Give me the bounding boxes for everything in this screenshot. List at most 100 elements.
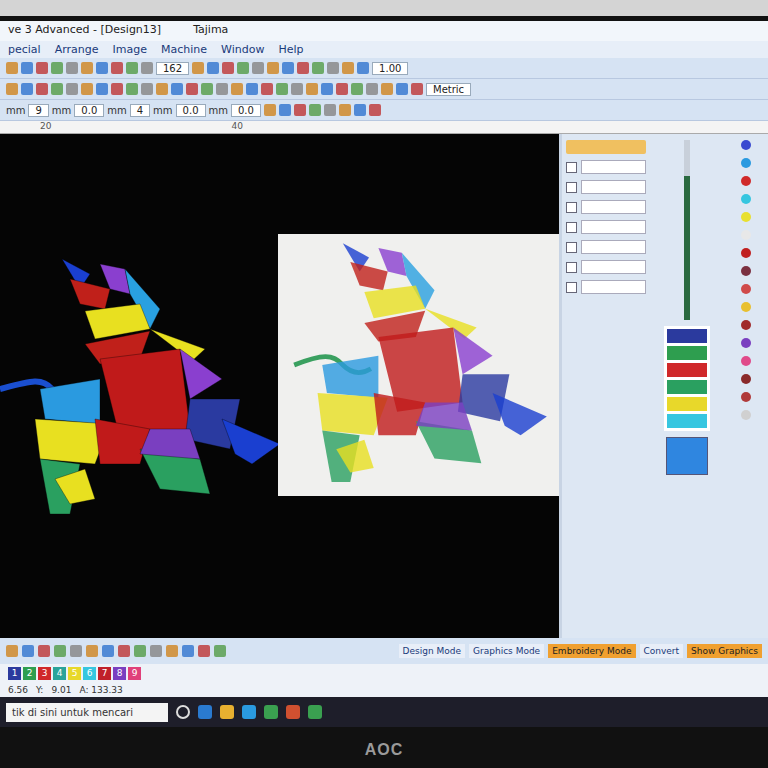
tool-icon[interactable]	[351, 83, 363, 95]
tool-icon[interactable]	[141, 83, 153, 95]
zoom-field[interactable]: 162	[156, 62, 189, 75]
checkbox[interactable]	[566, 262, 577, 273]
tool-icon[interactable]	[111, 83, 123, 95]
tool-icon[interactable]	[96, 83, 108, 95]
palette-swatch[interactable]	[741, 212, 751, 222]
tool-icon[interactable]	[141, 62, 153, 74]
mode-tab[interactable]: Embroidery Mode	[548, 644, 635, 658]
tool-icon[interactable]	[366, 83, 378, 95]
palette-swatch[interactable]	[741, 374, 751, 384]
palette-swatch[interactable]	[741, 140, 751, 150]
mode-tab[interactable]: Design Mode	[399, 644, 465, 658]
thread-swatch[interactable]: 5	[68, 667, 81, 680]
tool-icon[interactable]	[291, 83, 303, 95]
tool-icon[interactable]	[309, 104, 321, 116]
tool-icon[interactable]	[166, 645, 178, 657]
tool-icon[interactable]	[279, 104, 291, 116]
tool-icon[interactable]	[38, 645, 50, 657]
palette-swatch[interactable]	[741, 248, 751, 258]
color-list-item[interactable]	[667, 329, 707, 343]
palette-swatch[interactable]	[741, 266, 751, 276]
tool-icon[interactable]	[306, 83, 318, 95]
palette-swatch[interactable]	[741, 320, 751, 330]
value-field[interactable]: 0.0	[231, 104, 261, 117]
thread-swatch[interactable]: 8	[113, 667, 126, 680]
menu-item[interactable]: Machine	[161, 43, 207, 56]
property-field[interactable]	[581, 220, 646, 234]
tool-icon[interactable]	[51, 83, 63, 95]
app-icon[interactable]	[264, 705, 278, 719]
tool-icon[interactable]	[354, 104, 366, 116]
panel-tab[interactable]	[566, 140, 646, 154]
property-field[interactable]	[581, 200, 646, 214]
property-field[interactable]	[581, 280, 646, 294]
tool-icon[interactable]	[81, 62, 93, 74]
slider-track[interactable]	[684, 140, 690, 320]
tool-icon[interactable]	[81, 83, 93, 95]
tool-icon[interactable]	[150, 645, 162, 657]
tool-icon[interactable]	[126, 62, 138, 74]
tool-icon[interactable]	[102, 645, 114, 657]
tool-icon[interactable]	[86, 645, 98, 657]
tool-icon[interactable]	[261, 83, 273, 95]
value-field[interactable]: 9	[28, 104, 48, 117]
palette-swatch[interactable]	[741, 158, 751, 168]
tool-icon[interactable]	[357, 62, 369, 74]
palette-swatch[interactable]	[741, 410, 751, 420]
tool-icon[interactable]	[237, 62, 249, 74]
tool-icon[interactable]	[342, 62, 354, 74]
tool-icon[interactable]	[267, 62, 279, 74]
tool-icon[interactable]	[96, 62, 108, 74]
tool-icon[interactable]	[264, 104, 276, 116]
palette-swatch[interactable]	[741, 230, 751, 240]
palette-swatch[interactable]	[741, 392, 751, 402]
tool-icon[interactable]	[396, 83, 408, 95]
tool-icon[interactable]	[297, 62, 309, 74]
tool-icon[interactable]	[6, 62, 18, 74]
checkbox[interactable]	[566, 242, 577, 253]
palette-swatch[interactable]	[741, 302, 751, 312]
scale-field[interactable]: 1.00	[372, 62, 408, 75]
task-view-icon[interactable]	[176, 705, 190, 719]
tool-icon[interactable]	[339, 104, 351, 116]
units-field[interactable]: Metric	[426, 83, 471, 96]
mode-tab[interactable]: Convert	[640, 644, 684, 658]
taskbar-search[interactable]: tik di sini untuk mencari	[6, 703, 168, 722]
property-field[interactable]	[581, 260, 646, 274]
thread-swatch[interactable]: 9	[128, 667, 141, 680]
tool-icon[interactable]	[336, 83, 348, 95]
tool-icon[interactable]	[321, 83, 333, 95]
tool-icon[interactable]	[156, 83, 168, 95]
checkbox[interactable]	[566, 222, 577, 233]
app-icon[interactable]	[220, 705, 234, 719]
palette-swatch[interactable]	[741, 176, 751, 186]
tool-icon[interactable]	[134, 645, 146, 657]
app-icon[interactable]	[286, 705, 300, 719]
tool-icon[interactable]	[276, 83, 288, 95]
tool-icon[interactable]	[327, 62, 339, 74]
value-field[interactable]: 4	[130, 104, 150, 117]
tool-icon[interactable]	[369, 104, 381, 116]
tool-icon[interactable]	[51, 62, 63, 74]
checkbox[interactable]	[566, 202, 577, 213]
tool-icon[interactable]	[66, 62, 78, 74]
current-color[interactable]	[666, 437, 708, 475]
tool-icon[interactable]	[198, 645, 210, 657]
tool-icon[interactable]	[182, 645, 194, 657]
tool-icon[interactable]	[54, 645, 66, 657]
color-list-item[interactable]	[667, 414, 707, 428]
tool-icon[interactable]	[192, 62, 204, 74]
embroidery-griffin[interactable]	[0, 249, 290, 529]
tool-icon[interactable]	[118, 645, 130, 657]
color-list-item[interactable]	[667, 380, 707, 394]
tool-icon[interactable]	[231, 83, 243, 95]
thread-swatch[interactable]: 4	[53, 667, 66, 680]
app-icon[interactable]	[308, 705, 322, 719]
palette-swatch[interactable]	[741, 194, 751, 204]
thread-swatch[interactable]: 1	[8, 667, 21, 680]
value-field[interactable]: 0.0	[176, 104, 206, 117]
tool-icon[interactable]	[381, 83, 393, 95]
menu-item[interactable]: Image	[113, 43, 147, 56]
tool-icon[interactable]	[66, 83, 78, 95]
tool-icon[interactable]	[21, 62, 33, 74]
